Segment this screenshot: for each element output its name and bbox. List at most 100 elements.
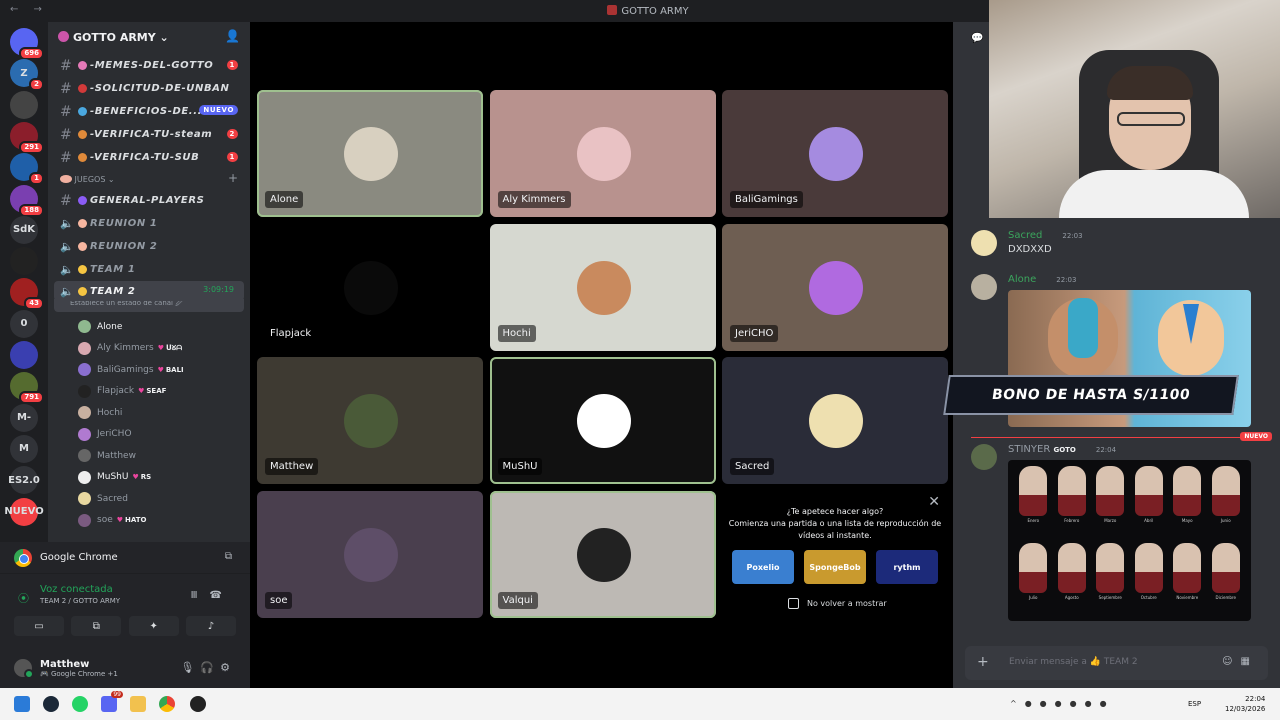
server-es-icon[interactable]: ES2.0 bbox=[8, 466, 40, 495]
stream-icon[interactable]: ⧉ bbox=[225, 551, 232, 562]
server-label: ES2.0 bbox=[8, 474, 40, 486]
voice-channel[interactable]: 🔈 TEAM 2 3:09:19 bbox=[54, 281, 244, 301]
voice-member[interactable]: JeriCHO bbox=[48, 424, 250, 446]
server-icon[interactable]: 188 bbox=[10, 184, 44, 217]
channel-name: -VERIFICA-TU-SUB bbox=[90, 152, 200, 163]
month-cell: Septiembre bbox=[1093, 542, 1128, 616]
guild-header[interactable]: GOTTO ARMY ⌄ 👤 bbox=[48, 22, 250, 54]
channel-emoji bbox=[78, 130, 87, 139]
voice-member[interactable]: Sacred bbox=[48, 488, 250, 510]
checkbox-box[interactable] bbox=[788, 598, 799, 609]
participant-tile[interactable]: Matthew bbox=[257, 357, 483, 484]
hash-icon: # bbox=[60, 57, 73, 74]
obs-icon[interactable] bbox=[190, 696, 206, 712]
participant-tile[interactable]: Hochi bbox=[489, 223, 716, 351]
server-m2-icon[interactable]: M bbox=[10, 434, 38, 463]
author[interactable]: Sacred bbox=[1008, 230, 1042, 241]
discord-icon[interactable]: 99 bbox=[101, 691, 123, 712]
server-new-icon[interactable]: NUEVO bbox=[4, 497, 44, 526]
channel-item[interactable]: # -VERIFICA-TU-SUB 1 bbox=[48, 146, 250, 169]
screen-share-button[interactable]: ⧉ bbox=[71, 616, 122, 636]
promo-banner[interactable]: BONO DE HASTA S/1100 bbox=[943, 375, 1239, 415]
server-division-icon[interactable] bbox=[10, 247, 38, 276]
soundboard-button[interactable]: ♪ bbox=[185, 616, 236, 636]
voice-member[interactable]: Aly Kimmers ᑌᘜᗩ bbox=[48, 338, 250, 360]
windows-start-icon[interactable] bbox=[14, 696, 30, 712]
activities-button[interactable]: ✦ bbox=[128, 616, 179, 636]
participant-tile[interactable]: Flapjack bbox=[257, 223, 483, 351]
image-attachment[interactable]: Enero Febrero Marzo Abril Mayo Junio Julio Agos… bbox=[1008, 460, 1251, 621]
participant-tile[interactable]: MuShU bbox=[489, 357, 716, 484]
author[interactable]: STINYER bbox=[1008, 444, 1050, 455]
invite-icon[interactable]: 👤 bbox=[225, 29, 240, 43]
voice-member[interactable]: Alone bbox=[48, 316, 250, 338]
chrome-icon[interactable] bbox=[159, 696, 175, 712]
activity-game[interactable]: SpongeBob bbox=[804, 550, 866, 584]
avatar[interactable] bbox=[971, 274, 997, 300]
channel-item[interactable]: # -SOLICITUD-DE-UNBAN bbox=[48, 77, 250, 100]
author[interactable]: Alone bbox=[1008, 274, 1036, 285]
server-z-icon[interactable]: Z2 bbox=[10, 59, 44, 92]
image-attachment[interactable]: BONO DE HASTA S/1100 bbox=[943, 290, 1251, 427]
whatsapp-icon[interactable] bbox=[72, 696, 88, 712]
username[interactable]: Matthew bbox=[40, 659, 118, 670]
channel-name: REUNION 1 bbox=[90, 218, 158, 229]
server-icon[interactable]: 791 bbox=[10, 372, 44, 405]
add-channel-icon[interactable]: + bbox=[228, 171, 238, 185]
channel-item[interactable]: # -VERIFICA-TU-steam 2 bbox=[48, 123, 250, 146]
activity-game[interactable]: rythm bbox=[876, 550, 938, 584]
voice-member[interactable]: Hochi bbox=[48, 402, 250, 424]
voice-channel[interactable]: 🔈 TEAM 1 bbox=[48, 258, 250, 281]
participant-tile[interactable]: Alone bbox=[257, 90, 483, 217]
category-juegos[interactable]: JUEGOS ⌄ + bbox=[48, 169, 250, 189]
voice-channel[interactable]: 🔈 REUNION 1 bbox=[48, 212, 250, 235]
voice-member[interactable]: FlapjackSEAF bbox=[48, 381, 250, 403]
voice-member[interactable]: BaliGamings BALI bbox=[48, 359, 250, 381]
discord-icon[interactable]: 696 bbox=[10, 28, 44, 60]
add-attachment-icon[interactable]: + bbox=[977, 654, 989, 670]
server-icon[interactable]: 1 bbox=[10, 153, 44, 186]
participant-tile[interactable]: JeriCHO bbox=[722, 223, 948, 351]
server-icon[interactable] bbox=[10, 341, 38, 369]
participant-tile[interactable]: Valqui bbox=[489, 490, 716, 618]
speaker-icon: 🔈 bbox=[60, 217, 75, 230]
steam-icon[interactable] bbox=[43, 696, 59, 712]
message-composer[interactable]: + Enviar mensaje a 👍 TEAM 2 ☺▦ bbox=[965, 646, 1268, 680]
participant-tile[interactable]: BaliGamings bbox=[722, 90, 948, 217]
composer-icons[interactable]: ☺▦ bbox=[1222, 656, 1258, 667]
avatar[interactable] bbox=[14, 659, 34, 679]
voice-member[interactable]: Matthew bbox=[48, 445, 250, 467]
participant-tile[interactable]: Aly Kimmers bbox=[489, 90, 716, 217]
voice-member[interactable]: soe HATO bbox=[48, 510, 250, 532]
clock[interactable]: 22:04 12/03/2026 bbox=[1225, 694, 1265, 714]
participant-tile[interactable]: soe bbox=[257, 490, 483, 618]
channel-item[interactable]: # GENERAL-PLAYERS bbox=[48, 189, 250, 212]
chat-icon[interactable]: 💬 bbox=[971, 33, 983, 44]
camera-off-button[interactable]: ▭ bbox=[14, 616, 64, 636]
avatar[interactable] bbox=[971, 444, 997, 470]
composer-placeholder[interactable]: Enviar mensaje a 👍 TEAM 2 bbox=[1009, 657, 1138, 667]
server-icon[interactable]: 291 bbox=[10, 121, 44, 154]
voice-controls[interactable]: Ⅲ☎ bbox=[191, 590, 234, 601]
server-icon[interactable]: 43 bbox=[10, 278, 44, 311]
channel-item[interactable]: # -BENEFICIOS-DE... NUEVO bbox=[48, 100, 250, 123]
server-badge: 1 bbox=[29, 172, 44, 186]
user-controls[interactable]: 🎙🎧⚙ bbox=[180, 661, 236, 674]
voice-member[interactable]: MuShURS bbox=[48, 467, 250, 489]
avatar[interactable] bbox=[971, 230, 997, 256]
portrait bbox=[1211, 542, 1240, 593]
channel-item[interactable]: # -MEMES-DEL-GOTTO 1 bbox=[48, 54, 250, 77]
language-indicator[interactable]: ESP bbox=[1188, 700, 1201, 708]
system-tray[interactable]: ^●●●●●● bbox=[1010, 699, 1115, 708]
app-activity[interactable]: Google Chrome ⧉ bbox=[0, 542, 250, 574]
voice-channel[interactable]: 🔈 REUNION 2 bbox=[48, 235, 250, 258]
folder-icon[interactable] bbox=[130, 696, 146, 712]
activity-game[interactable]: Poxelio bbox=[732, 550, 794, 584]
signal-icon[interactable]: ⦿ bbox=[18, 590, 29, 606]
server-0-icon[interactable]: 0 bbox=[10, 309, 38, 338]
server-m-icon[interactable]: M- bbox=[10, 403, 38, 432]
participant-tile[interactable]: Sacred bbox=[722, 357, 948, 484]
server-sdk-icon[interactable]: SdK bbox=[10, 215, 38, 244]
server-icon[interactable] bbox=[10, 90, 38, 119]
dont-show-checkbox[interactable]: No volver a mostrar bbox=[788, 598, 887, 609]
